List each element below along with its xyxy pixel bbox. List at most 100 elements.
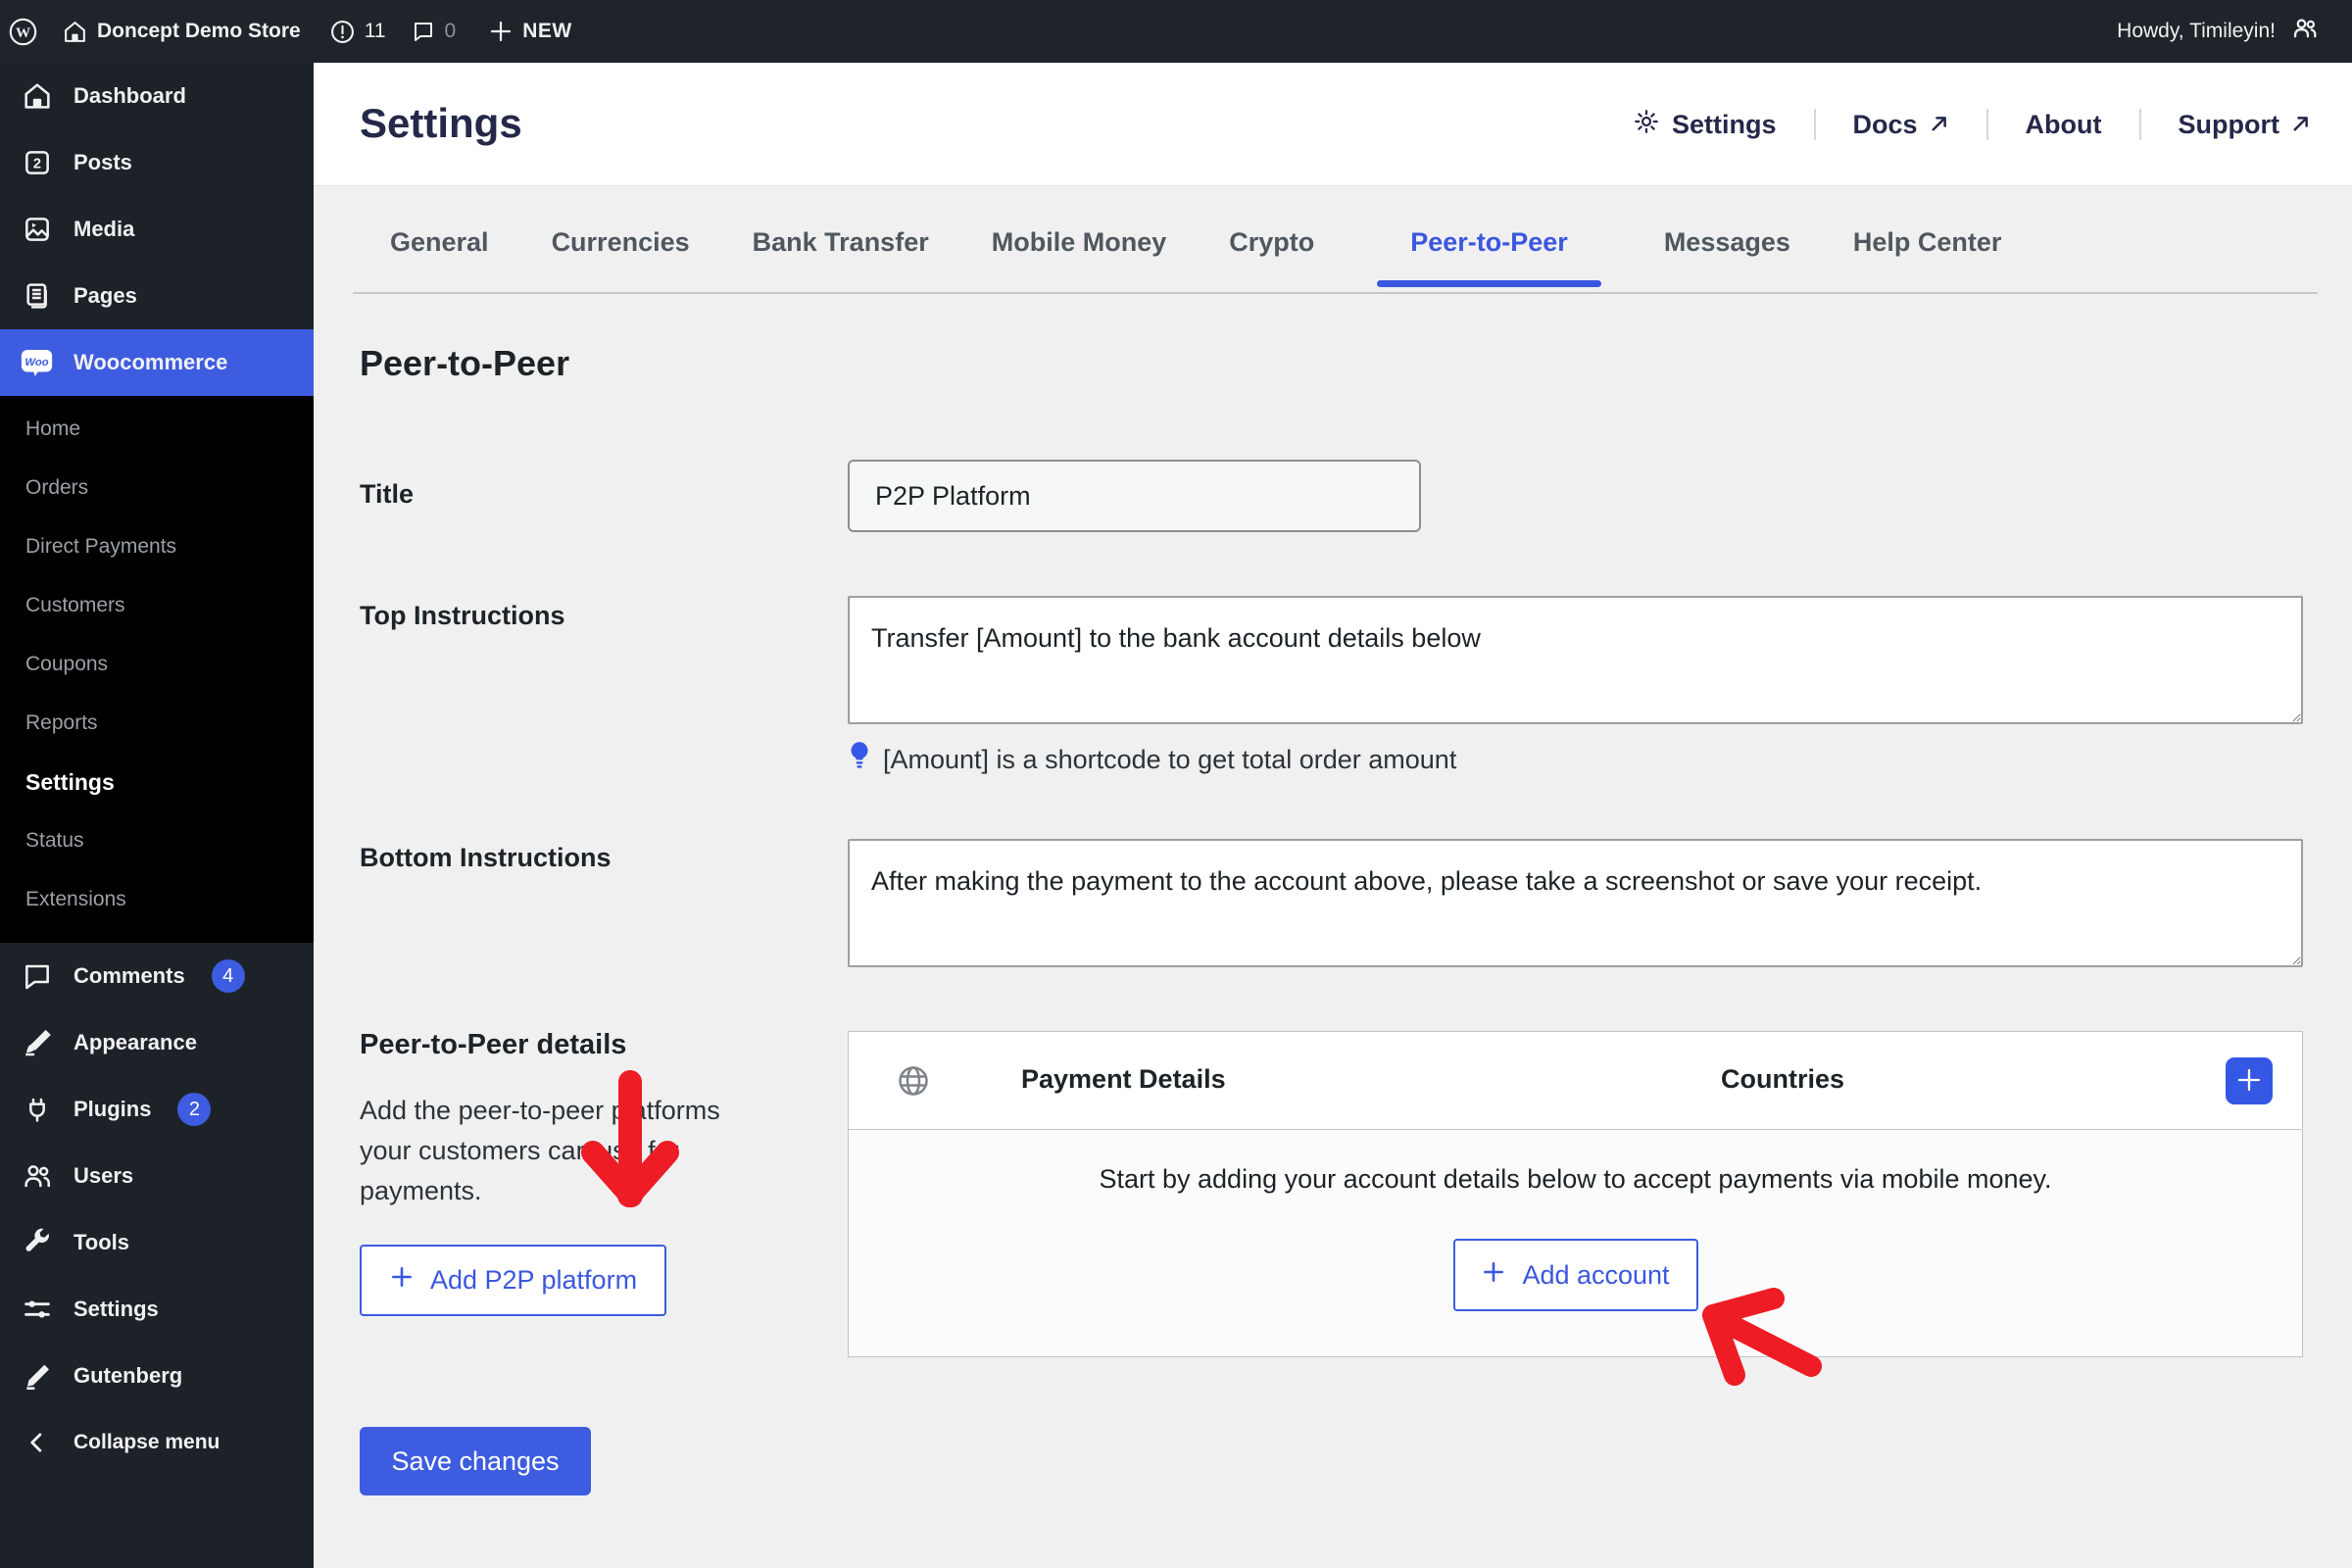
sidebar-item-users[interactable]: Users — [0, 1143, 314, 1209]
pencil-icon — [21, 1360, 53, 1393]
tab-peer-to-peer[interactable]: Peer-to-Peer — [1377, 214, 1601, 287]
plugins-count-badge: 2 — [177, 1093, 212, 1126]
table-empty-state-text: Start by adding your account details bel… — [1099, 1164, 2052, 1194]
plus-icon — [1481, 1259, 1506, 1292]
bottom-instructions-textarea[interactable]: After making the payment to the account … — [848, 839, 2303, 967]
add-p2p-platform-button[interactable]: Add P2P platform — [360, 1245, 666, 1316]
top-instructions-label: Top Instructions — [360, 601, 565, 630]
divider — [1985, 109, 1988, 140]
home-icon — [21, 80, 53, 113]
top-instructions-textarea[interactable]: Transfer [Amount] to the bank account de… — [848, 596, 2303, 724]
woocommerce-submenu: Home Orders Direct Payments Customers Co… — [0, 396, 314, 943]
sidebar-item-pages[interactable]: Pages — [0, 263, 314, 329]
updates-item[interactable]: 11 — [315, 0, 400, 63]
tab-general[interactable]: General — [390, 214, 489, 283]
external-link-icon — [2291, 110, 2311, 140]
sidebar-item-label: Pages — [74, 283, 137, 308]
tab-bank-transfer[interactable]: Bank Transfer — [753, 214, 929, 283]
submenu-item-orders[interactable]: Orders — [0, 459, 314, 517]
add-p2p-platform-label: Add P2P platform — [429, 1265, 638, 1295]
tab-crypto[interactable]: Crypto — [1229, 214, 1314, 283]
tab-mobile-money[interactable]: Mobile Money — [992, 214, 1167, 283]
collapse-menu-label: Collapse menu — [74, 1431, 220, 1453]
sidebar-item-woocommerce[interactable]: Woo Woocommerce — [0, 329, 314, 396]
globe-icon — [896, 1063, 931, 1103]
new-content-item[interactable]: NEW — [469, 0, 586, 63]
sidebar-item-comments[interactable]: Comments 4 — [0, 943, 314, 1009]
accounts-table-header: Payment Details Countries — [849, 1032, 2302, 1130]
submenu-item-extensions[interactable]: Extensions — [0, 870, 314, 929]
media-icon — [21, 214, 53, 246]
sidebar-item-gutenberg[interactable]: Gutenberg — [0, 1343, 314, 1409]
save-changes-button[interactable]: Save changes — [360, 1427, 591, 1495]
sidebar-item-tools[interactable]: Tools — [0, 1209, 314, 1276]
wrench-icon — [21, 1227, 53, 1259]
admin-bar: W Doncept Demo Store 11 0 NEW Howdy, Tim… — [0, 0, 2352, 63]
submenu-item-coupons[interactable]: Coupons — [0, 635, 314, 694]
update-count: 11 — [364, 20, 386, 42]
visit-site-item[interactable]: Doncept Demo Store — [51, 0, 315, 63]
submenu-item-status[interactable]: Status — [0, 811, 314, 870]
plus-icon — [389, 1264, 415, 1297]
collapse-menu-button[interactable]: Collapse menu — [0, 1409, 314, 1476]
sidebar-item-label: Users — [74, 1163, 134, 1188]
plus-icon — [489, 20, 513, 43]
submenu-item-reports[interactable]: Reports — [0, 694, 314, 753]
sidebar-item-dashboard[interactable]: Dashboard — [0, 63, 314, 129]
column-header-payment-details: Payment Details — [1021, 1064, 1226, 1094]
sidebar-item-label: Settings — [74, 1297, 159, 1321]
pages-icon — [21, 280, 53, 313]
posts-icon: 2 — [21, 147, 53, 179]
bottom-instructions-label: Bottom Instructions — [360, 843, 612, 872]
sidebar-item-label: Posts — [74, 150, 132, 174]
svg-text:2: 2 — [32, 157, 40, 172]
comment-count: 0 — [444, 20, 457, 42]
submenu-item-home[interactable]: Home — [0, 400, 314, 459]
chevron-left-icon — [21, 1427, 53, 1459]
plug-icon — [21, 1094, 53, 1126]
sidebar-item-label: Comments — [74, 963, 185, 988]
header-settings-link[interactable]: Settings — [1633, 108, 1777, 142]
sidebar-item-label: Appearance — [74, 1030, 197, 1054]
howdy-text: Howdy, Timileyin! — [2117, 20, 2276, 42]
comment-bubble-icon — [412, 20, 435, 43]
add-row-button[interactable] — [2226, 1057, 2273, 1104]
comments-item[interactable]: 0 — [400, 0, 470, 63]
sidebar-item-settings[interactable]: Settings — [0, 1276, 314, 1343]
site-name[interactable]: Doncept Demo Store — [97, 20, 301, 43]
header-docs-link[interactable]: Docs — [1853, 110, 1949, 140]
tab-messages[interactable]: Messages — [1664, 214, 1790, 283]
sidebar-item-posts[interactable]: 2 Posts — [0, 129, 314, 196]
alert-circle-icon — [330, 20, 355, 44]
header-docs-label: Docs — [1852, 109, 1918, 139]
divider — [2138, 109, 2141, 140]
account-menu[interactable]: Howdy, Timileyin! — [2117, 0, 2319, 63]
tab-help-center[interactable]: Help Center — [1853, 214, 2002, 283]
sidebar-item-label: Woocommerce — [74, 350, 228, 374]
tab-currencies[interactable]: Currencies — [552, 214, 690, 283]
comments-count-badge: 4 — [211, 959, 245, 993]
sidebar-item-media[interactable]: Media — [0, 196, 314, 263]
sidebar-item-label: Dashboard — [74, 83, 186, 108]
submenu-item-settings[interactable]: Settings — [0, 753, 314, 811]
home-icon — [63, 20, 87, 44]
submenu-item-customers[interactable]: Customers — [0, 576, 314, 635]
sidebar-item-label: Gutenberg — [74, 1363, 183, 1388]
lightbulb-icon — [848, 741, 871, 779]
section-heading: Peer-to-Peer — [360, 343, 570, 383]
admin-sidebar: Dashboard 2 Posts Media Pages Woo Woocom… — [0, 63, 314, 1568]
sidebar-item-appearance[interactable]: Appearance — [0, 1009, 314, 1076]
add-account-button[interactable]: Add account — [1452, 1239, 1698, 1311]
svg-text:Woo: Woo — [24, 357, 48, 368]
header-support-link[interactable]: Support — [2179, 110, 2311, 140]
header-about-link[interactable]: About — [2026, 110, 2102, 140]
sidebar-item-plugins[interactable]: Plugins 2 — [0, 1076, 314, 1143]
wordpress-logo-icon[interactable]: W — [0, 0, 51, 63]
svg-text:W: W — [16, 24, 30, 40]
sidebar-item-label: Tools — [74, 1230, 130, 1254]
brush-icon — [21, 1027, 53, 1059]
title-input[interactable] — [848, 460, 1421, 532]
plus-icon — [2235, 1066, 2263, 1097]
submenu-item-direct-payments[interactable]: Direct Payments — [0, 517, 314, 576]
users-icon — [2291, 15, 2319, 48]
